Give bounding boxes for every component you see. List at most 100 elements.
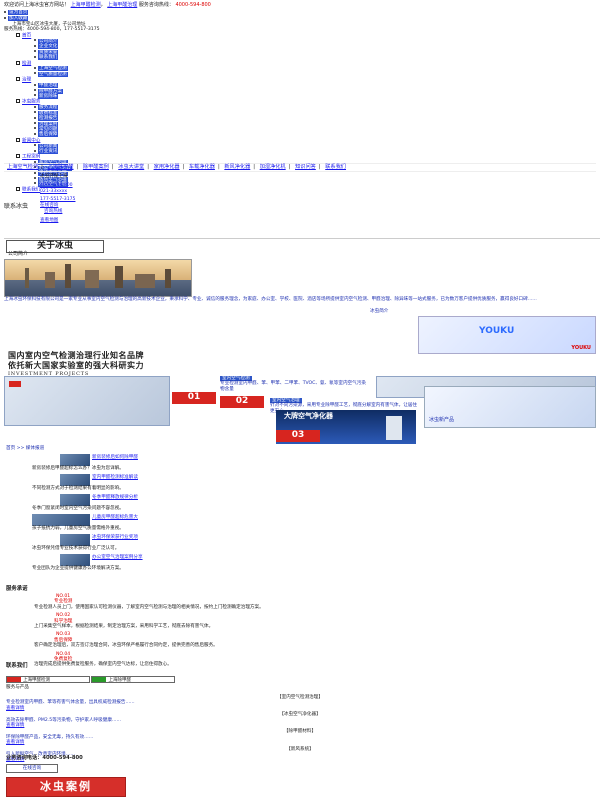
news-thumb <box>60 534 90 546</box>
menu-group-title[interactable]: 新闻中心 <box>22 138 40 143</box>
news-item[interactable]: 新房装修后如何除甲醛 新房装修后甲醛超标怎么办？冰虫为您详解。 <box>4 454 364 474</box>
menu-item-label[interactable]: 行业资讯 <box>38 149 59 155</box>
news-desc: 不同检测方式对于检测结果有着明显的影响。 <box>32 486 124 491</box>
menu-item-label[interactable]: 联系我们 <box>38 55 59 61</box>
contact-tel-label[interactable]: 咨询热线 <box>44 209 62 214</box>
about-section-label: 公司简介 <box>8 251 29 257</box>
nav-item[interactable]: 新风净化器 <box>224 164 250 170</box>
header-info: 上海市宝山区冰虫大厦，子公司地址 服务热线：4000-594-800，177-5… <box>4 22 100 33</box>
news-item[interactable]: 室内甲醛检测标准解读 不同检测方式对于检测结果有着明显的影响。 <box>4 474 364 494</box>
about-text: 上海冰虫环保科技有限公司是一家专业从事室内空气检测与治理的高新技术企业，秉承科学… <box>4 297 537 302</box>
menu-group-title[interactable]: 首页 <box>22 34 31 39</box>
product-label: 冰虫新产品 <box>429 416 455 423</box>
step-02: 02 <box>220 396 264 408</box>
menu-item-label[interactable]: 甲醛治理 <box>38 83 59 89</box>
news-thumb <box>60 454 90 466</box>
tag-button[interactable]: 上海除甲醛 <box>91 676 176 683</box>
service-item: NO.01 专业检测 专业检测人员上门，使用国家认可检测仪器，了解室内空气检测与… <box>8 594 588 610</box>
menu-item-label[interactable]: 企业文化 <box>38 44 59 50</box>
news-item[interactable]: 儿童房甲醛超标危害大 孩子抵抗力弱，儿童房空气质量需格外重视。 <box>4 514 364 534</box>
menu-item-label[interactable]: 售后保障 <box>38 132 59 138</box>
nav-item[interactable]: 上海空气检测 <box>7 164 38 170</box>
menu-item-label[interactable]: 服务流程 <box>38 105 59 111</box>
product-list: 【室内空气检测治理】 专业检测室内甲醛、苯等有害气体含量，出具权威检测报告…… … <box>6 695 594 763</box>
product-item: 【室内空气检测治理】 专业检测室内甲醛、苯等有害气体含量，出具权威检测报告…… … <box>6 695 594 711</box>
online-consult-button[interactable]: 在线咨询 <box>6 764 58 773</box>
menu-item-label[interactable]: 上海空气检测 <box>38 66 68 72</box>
nav-item[interactable]: 家用净化器 <box>154 164 180 170</box>
nav-item[interactable]: 知识问答 <box>295 164 316 170</box>
nav-item[interactable]: 除甲醛案例 <box>83 164 109 170</box>
product-more[interactable]: 查看详情 <box>6 706 594 711</box>
contact-block: 冰虫环保上海 4000-594-800 021-33xxxx 177-5517-… <box>4 174 204 223</box>
news-thumb <box>60 474 90 486</box>
news-item[interactable]: 冰虫环保荣获行业奖项 冰虫环保凭借专业技术获得行业广泛认可。 <box>4 534 364 554</box>
tag-button[interactable]: 上海甲醛检测 <box>6 676 90 683</box>
menu-group: 冰虫服务 服务流程 收费标准 检测报告 治理案例 常见问题 售后保障 <box>16 99 216 138</box>
news-title[interactable]: 办公室空气治理案例分享 <box>92 555 143 560</box>
top-link-detect[interactable]: 上海甲醛检测 <box>71 2 101 8</box>
video-player[interactable]: YOUKU YOUKU <box>418 316 596 354</box>
youku-logo: YOUKU <box>479 326 515 336</box>
news-desc: 新房装修后甲醛超标怎么办？冰虫为您详解。 <box>32 466 124 471</box>
menu-item-label[interactable]: 收费标准 <box>38 110 59 116</box>
bottom-hotline-number: 4000-594-800 <box>42 755 83 761</box>
top-link-treat[interactable]: 上海甲醛治理 <box>107 2 137 8</box>
contact-company: 冰虫环保上海 <box>40 174 68 179</box>
service-title: 服务承诺 <box>6 586 28 592</box>
news-thumb <box>32 514 90 526</box>
product-more[interactable]: 查看详情 <box>6 723 594 728</box>
service-item: NO.02 科学治理 上门采集空气样本，根据检测结果，制定治理方案，采用科学工艺… <box>8 613 588 629</box>
menu-item-label[interactable]: 空气质量检测 <box>38 71 68 77</box>
service-text: 治理完成后提供免费复检服务，确保室内空气达标，让您住得放心。 <box>34 662 172 668</box>
menu-item-label[interactable]: 除甲醛方案 <box>38 88 63 94</box>
news-thumb <box>60 554 90 566</box>
nav-item[interactable]: 车载净化器 <box>189 164 215 170</box>
nav-item[interactable]: 联系我们 <box>325 164 346 170</box>
phone-line: 服务热线：4000-594-800，177-5517-3175 <box>4 27 100 33</box>
add-favorite-link[interactable]: 加入收藏 <box>8 16 29 22</box>
menu-item-label[interactable]: 检测报告 <box>38 116 59 122</box>
product-image: 冰虫新产品 <box>424 386 596 428</box>
news-title[interactable]: 冬季甲醛释放规律分析 <box>92 495 138 500</box>
project-1-desc: 专业检测室内甲醛、苯、甲苯、二甲苯、TVOC、氨、氡等室内空气污染物含量 <box>220 381 366 392</box>
menu-group-title[interactable]: 检测 <box>22 61 31 66</box>
product-item: 【新风系统】 引入新鲜空气，改善室内环境…… 查看详情 <box>6 747 594 763</box>
about-more-link[interactable]: 冰虫简介 <box>370 309 388 314</box>
menu-item-label[interactable]: 资质荣誉 <box>38 49 59 55</box>
menu-item-label[interactable]: 公司新闻 <box>38 143 59 149</box>
menu-group-title[interactable]: 治理 <box>22 78 31 83</box>
news-title[interactable]: 新房装修后如何除甲醛 <box>92 455 138 460</box>
news-desc: 冰虫环保凭借专业技术获得行业广泛认可。 <box>32 546 120 551</box>
product-more[interactable]: 查看详情 <box>6 740 594 745</box>
nav-item[interactable]: 上海除甲醛 <box>48 164 74 170</box>
contact-tel2[interactable]: 021-33xxxx <box>4 189 204 194</box>
product-more[interactable]: 查看详情 <box>6 757 594 762</box>
service-text: 专业检测人员上门，使用国家认可检测仪器，了解室内空气检测与治理的相关情况，按约上… <box>34 604 264 610</box>
contact-qq[interactable]: 在线咨询 <box>40 203 58 208</box>
news-title[interactable]: 室内甲醛检测标准解读 <box>92 475 138 480</box>
top-bar: 欢迎访问上海冰虫官方网站！ 上海甲醛检测， 上海甲醛治理 服务咨询热线： 400… <box>4 2 211 8</box>
nav-item[interactable]: 加湿净化机 <box>260 164 286 170</box>
menu-item-label[interactable]: 新房除味 <box>38 93 59 99</box>
service-item: NO.04 免费复检 治理完成后提供免费复检服务，确保室内空气达标，让您住得放心… <box>8 652 588 668</box>
news-thumb <box>60 494 90 506</box>
news-item[interactable]: 冬季甲醛释放规律分析 冬季门窗紧闭时室内空气污染问题不容忽视。 <box>4 494 364 514</box>
case-button[interactable]: 冰虫案例 <box>6 777 126 797</box>
news-desc: 孩子抵抗力弱，儿童房空气质量需格外重视。 <box>32 526 124 531</box>
news-item[interactable]: 办公室空气治理案例分享 专业团队为企业提供健康办公环境解决方案。 <box>4 554 364 574</box>
news-list: 新房装修后如何除甲醛 新房装修后甲醛超标怎么办？冰虫为您详解。 室内甲醛检测标准… <box>4 454 364 574</box>
set-homepage-link[interactable]: 设为首页 <box>8 10 29 15</box>
step-01: 01 <box>172 392 216 404</box>
hotline-number: 4000-594-800 <box>175 2 211 8</box>
project-image-1 <box>4 376 170 426</box>
slogan-line-2: 依托新大国家实验室的强大科研实力 <box>8 359 144 370</box>
news-title[interactable]: 儿童房甲醛超标危害大 <box>92 515 138 520</box>
bottom-hotline: 业务咨询电话：4000-594-800 <box>6 755 83 761</box>
contact-map-link[interactable]: 查看地图 <box>4 218 204 223</box>
step-03: 03 <box>276 430 320 442</box>
menu-item-label[interactable]: 治理案例 <box>38 121 59 127</box>
nav-item[interactable]: 冰虫大讲堂 <box>118 164 144 170</box>
news-breadcrumb[interactable]: 首页 >> 媒体报道 <box>6 446 44 451</box>
news-title[interactable]: 冰虫环保荣获行业奖项 <box>92 535 138 540</box>
